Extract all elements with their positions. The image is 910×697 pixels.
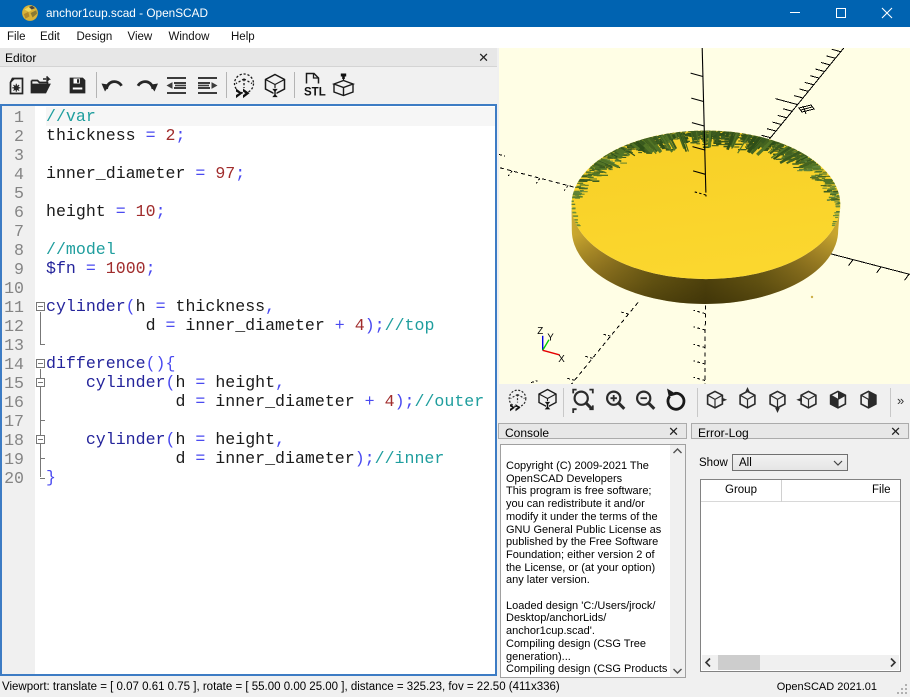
svg-text:X: X xyxy=(558,354,565,365)
svg-text:STL: STL xyxy=(304,87,326,99)
svg-text:Z: Z xyxy=(537,326,543,337)
svg-text:Y: Y xyxy=(547,332,554,343)
svg-text:»: » xyxy=(897,393,904,408)
